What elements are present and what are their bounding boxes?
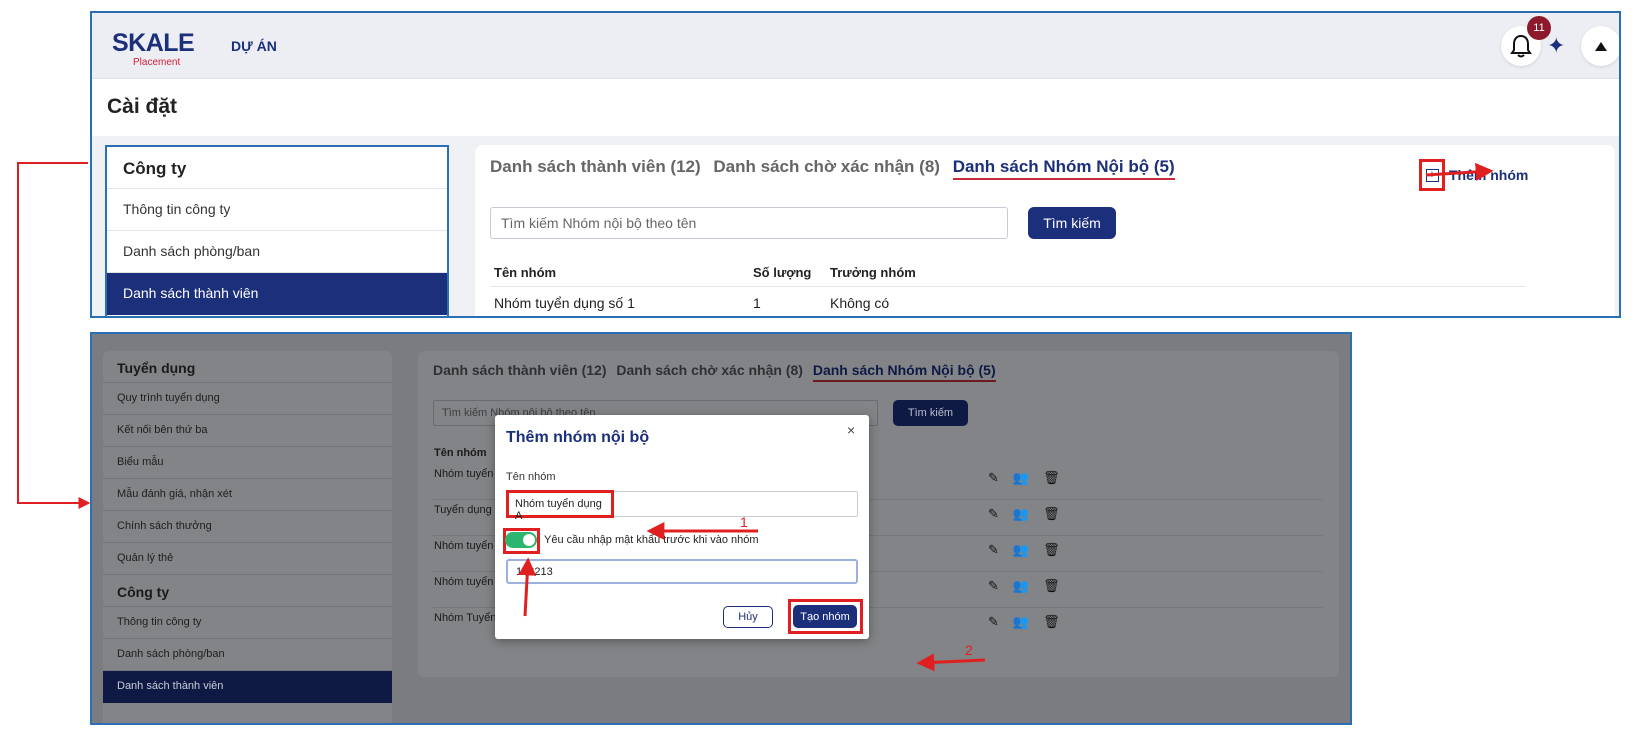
edit-icon[interactable]: ✎ xyxy=(988,470,1013,485)
nav-project-link[interactable]: DỰ ÁN xyxy=(231,38,277,54)
sidebar-item-tags[interactable]: Quản lý thẻ xyxy=(103,543,392,575)
column-header-name: Tên nhóm xyxy=(434,447,487,459)
row-group-leader: Không có xyxy=(830,295,890,311)
table-divider xyxy=(490,286,1526,287)
column-header-count: Số lượng xyxy=(753,265,812,280)
trash-icon[interactable]: 🗑 xyxy=(1043,470,1074,485)
trash-icon[interactable]: 🗑 xyxy=(1043,578,1074,593)
logo-brand: SKALE xyxy=(112,29,195,57)
row-group-count: 1 xyxy=(753,295,761,311)
password-input[interactable]: 123213 xyxy=(506,559,858,584)
plus-icon: + xyxy=(1425,168,1439,182)
connector-arrow xyxy=(17,162,91,509)
bell-icon xyxy=(1510,34,1532,58)
user-avatar[interactable] xyxy=(1581,26,1619,66)
sidebar-item-third-party[interactable]: Kết nối bên thứ ba xyxy=(103,415,392,447)
sidebar-section-company: Công ty xyxy=(107,147,447,189)
members-icon[interactable]: 👥 xyxy=(1013,470,1043,485)
sparkle-icon[interactable]: ✦ xyxy=(1547,33,1565,59)
row-group-name: Nhóm tuyển dụng số 1 xyxy=(494,295,635,311)
sidebar-item-departments[interactable]: Danh sách phòng/ban xyxy=(103,639,392,671)
modal-title: Thêm nhóm nội bộ xyxy=(506,429,650,446)
screenshot-stage: SKALE Placement DỰ ÁN 11 ✦ Cài đặt Công … xyxy=(0,0,1646,730)
sidebar-item-bonus[interactable]: Chính sách thưởng xyxy=(103,511,392,543)
tab-members[interactable]: Danh sách thành viên (12) xyxy=(433,362,606,378)
settings-content: Danh sách thành viên (12) Danh sách chờ … xyxy=(475,145,1615,316)
tab-members[interactable]: Danh sách thành viên (12) xyxy=(490,157,701,176)
add-group-button[interactable]: + Thêm nhóm xyxy=(1419,159,1528,191)
tab-pending[interactable]: Danh sách chờ xác nhận (8) xyxy=(616,362,803,378)
sidebar-item-company-info[interactable]: Thông tin công ty xyxy=(107,189,447,231)
members-icon[interactable]: 👥 xyxy=(1013,506,1043,521)
page-title: Cài đặt xyxy=(107,95,178,118)
page-title-bar: Cài đặt xyxy=(92,79,1619,136)
sidebar-item-process[interactable]: Quy trình tuyển dụng xyxy=(103,383,392,415)
trash-icon[interactable]: 🗑 xyxy=(1043,542,1074,557)
tab-internal-groups[interactable]: Danh sách Nhóm Nội bộ (5) xyxy=(812,362,996,382)
sidebar-item-evaluation[interactable]: Mẫu đánh giá, nhận xét xyxy=(103,479,392,511)
trash-icon[interactable]: 🗑 xyxy=(1043,614,1074,629)
sidebar-section-recruitment: Tuyển dụng xyxy=(103,351,392,383)
row-actions: ✎👥🗑 xyxy=(988,506,1074,522)
top-settings-panel: SKALE Placement DỰ ÁN 11 ✦ Cài đặt Công … xyxy=(90,11,1621,318)
trash-icon[interactable]: 🗑 xyxy=(1043,506,1074,521)
avatar-icon xyxy=(1595,42,1607,51)
row-actions: ✎👥🗑 xyxy=(988,578,1074,594)
add-group-modal: Thêm nhóm nội bộ × Tên nhóm Nhóm tuyển d… xyxy=(495,415,869,639)
settings-sidebar: Công ty Thông tin công ty Danh sách phòn… xyxy=(105,145,449,316)
add-group-label: Thêm nhóm xyxy=(1449,167,1529,183)
sidebar-section-company: Công ty xyxy=(103,575,392,607)
tab-bar: Danh sách thành viên (12) Danh sách chờ … xyxy=(490,157,1183,180)
logo-sub: Placement xyxy=(133,57,181,68)
create-group-button[interactable]: Tạo nhóm xyxy=(793,605,857,628)
search-button[interactable]: Tìm kiếm xyxy=(1028,207,1116,239)
row-actions: ✎👥🗑 xyxy=(988,614,1074,630)
edit-icon[interactable]: ✎ xyxy=(988,578,1013,593)
search-button[interactable]: Tìm kiếm xyxy=(893,400,968,426)
tab-bar: Danh sách thành viên (12) Danh sách chờ … xyxy=(433,362,1002,382)
sidebar-item-company-info[interactable]: Thông tin công ty xyxy=(103,607,392,639)
members-icon[interactable]: 👥 xyxy=(1013,542,1043,557)
password-toggle[interactable] xyxy=(505,532,537,548)
add-group-highlight: + xyxy=(1419,159,1445,191)
skale-logo[interactable]: SKALE Placement xyxy=(112,29,195,68)
cancel-button[interactable]: Hủy xyxy=(723,606,773,628)
sidebar-item-members[interactable]: Danh sách thành viên xyxy=(103,671,392,703)
column-header-name: Tên nhóm xyxy=(494,265,557,280)
app-header: SKALE Placement DỰ ÁN 11 ✦ xyxy=(92,13,1619,79)
members-icon[interactable]: 👥 xyxy=(1013,614,1043,629)
column-header-leader: Trưởng nhóm xyxy=(830,265,916,280)
password-toggle-label: Yêu cầu nhập mật khẩu trước khi vào nhóm xyxy=(544,534,759,546)
toggle-knob xyxy=(523,534,535,546)
tab-internal-groups[interactable]: Danh sách Nhóm Nội bộ (5) xyxy=(952,157,1175,180)
tab-pending[interactable]: Danh sách chờ xác nhận (8) xyxy=(713,157,940,176)
edit-icon[interactable]: ✎ xyxy=(988,506,1013,521)
group-name-value[interactable]: Nhóm tuyển dụng A xyxy=(506,490,614,522)
group-search-input[interactable]: Tìm kiếm Nhóm nội bộ theo tên xyxy=(490,207,1008,239)
group-name-label: Tên nhóm xyxy=(506,471,556,483)
edit-icon[interactable]: ✎ xyxy=(988,542,1013,557)
row-actions: ✎👥🗑 xyxy=(988,542,1074,558)
sidebar-item-forms[interactable]: Biểu mẫu xyxy=(103,447,392,479)
row-actions: ✎👥🗑 xyxy=(988,470,1074,486)
sidebar-item-members[interactable]: Danh sách thành viên xyxy=(107,273,447,315)
close-icon[interactable]: × xyxy=(847,422,855,438)
settings-sidebar-dimmed: Tuyển dụng Quy trình tuyển dụng Kết nối … xyxy=(103,351,392,723)
members-icon[interactable]: 👥 xyxy=(1013,578,1043,593)
edit-icon[interactable]: ✎ xyxy=(988,614,1013,629)
sidebar-item-departments[interactable]: Danh sách phòng/ban xyxy=(107,231,447,273)
